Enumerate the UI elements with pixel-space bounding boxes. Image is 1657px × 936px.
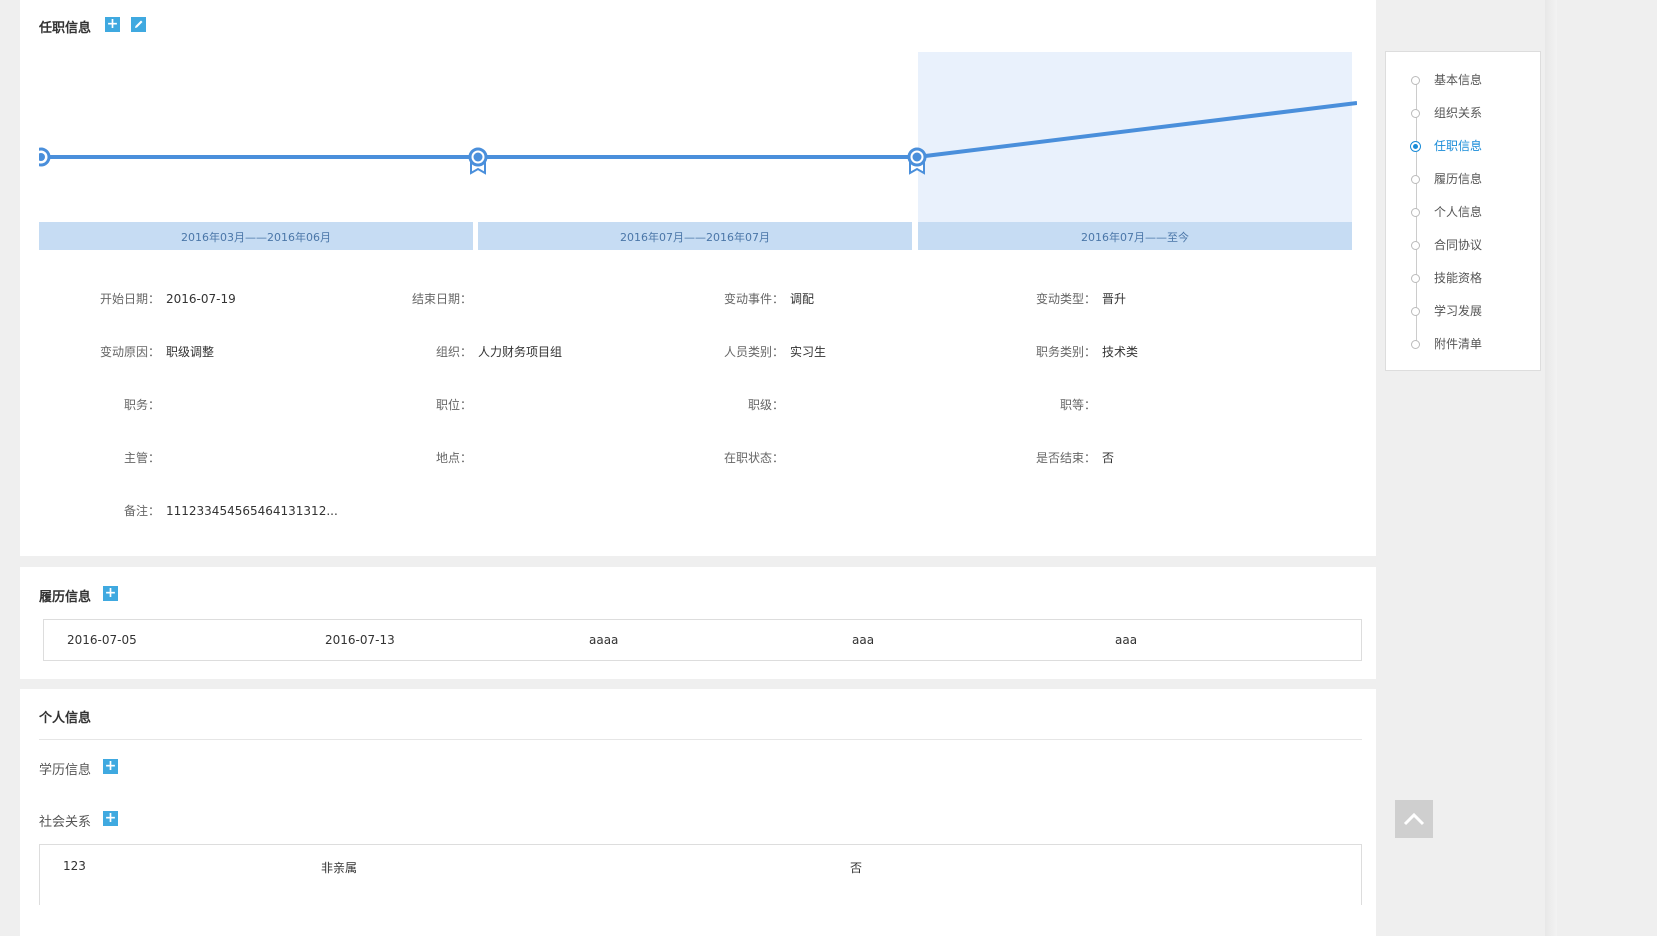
timeline-line-chart — [39, 101, 1357, 175]
job-info-panel: 任职信息 + 2016年03月——2016年06月 2016年07月——2016… — [20, 0, 1376, 556]
field-value: 职级调整 — [166, 345, 215, 359]
field-label: 变动事件： — [723, 292, 784, 306]
sidenav-item-contract[interactable]: 合同协议 — [1434, 236, 1482, 253]
field-value: 人力财务项目组 — [478, 345, 563, 359]
nav-dot — [1411, 340, 1420, 349]
timeline-segment-2[interactable]: 2016年07月——2016年07月 — [478, 222, 912, 250]
field-label: 在职状态： — [723, 451, 784, 465]
nav-dot — [1411, 307, 1420, 316]
field-value: 2016-07-19 — [166, 292, 236, 306]
field-label: 职务： — [123, 398, 160, 412]
resume-row[interactable]: 2016-07-05 2016-07-13 aaaa aaa aaa — [43, 619, 1362, 661]
social-row[interactable]: 123 非亲属 否 — [39, 844, 1362, 905]
field-value: 否 — [1102, 451, 1115, 465]
resume-cell: aaa — [852, 633, 875, 647]
field-label: 变动类型： — [1035, 292, 1096, 306]
add-education-button[interactable]: + — [103, 759, 118, 774]
field-duty-type: 职务类别： 技术类 — [986, 343, 1138, 360]
social-cell: 123 — [63, 859, 86, 873]
page-scrollbar-track[interactable] — [1545, 0, 1557, 936]
back-to-top-button[interactable] — [1395, 800, 1433, 838]
add-job-button[interactable]: + — [105, 17, 120, 32]
field-ended: 是否结束： 否 — [986, 449, 1114, 466]
resume-end-date: 2016-07-13 — [325, 633, 395, 647]
sidenav-item-org[interactable]: 组织关系 — [1434, 104, 1482, 121]
add-social-button[interactable]: + — [103, 811, 118, 826]
field-org: 组织： 人力财务项目组 — [362, 343, 562, 360]
timeline-node-3[interactable] — [907, 147, 927, 175]
nav-dot-active — [1410, 141, 1421, 152]
nav-dot — [1411, 175, 1420, 184]
field-label: 主管： — [123, 451, 160, 465]
job-info-title: 任职信息 — [39, 21, 92, 36]
resume-title: 履历信息 — [39, 590, 92, 605]
resume-panel: 履历信息 + 2016-07-05 2016-07-13 aaaa aaa aa… — [20, 567, 1376, 679]
field-label: 地点： — [435, 451, 472, 465]
field-label: 职级： — [747, 398, 784, 412]
field-label: 组织： — [435, 345, 472, 359]
social-cell: 否 — [850, 861, 863, 875]
field-label: 结束日期： — [411, 292, 472, 306]
social-label: 社会关系 — [39, 815, 92, 830]
field-location: 地点： — [362, 449, 478, 466]
field-change-event: 变动事件： 调配 — [674, 290, 814, 307]
field-duty: 职务： — [50, 396, 166, 413]
field-supervisor: 主管： — [50, 449, 166, 466]
field-staff-type: 人员类别： 实习生 — [674, 343, 826, 360]
social-cell: 非亲属 — [321, 861, 358, 875]
divider — [39, 739, 1362, 740]
nav-dot — [1411, 109, 1420, 118]
sidenav-item-resume[interactable]: 履历信息 — [1434, 170, 1482, 187]
side-nav: 基本信息 组织关系 任职信息 履历信息 个人信息 合同协议 技能资格 学习发展 … — [1385, 51, 1541, 371]
nav-dot — [1411, 76, 1420, 85]
field-label: 开始日期： — [99, 292, 160, 306]
timeline-node-2[interactable] — [468, 147, 488, 175]
resume-cell: aaa — [1115, 633, 1138, 647]
field-label: 职等： — [1059, 398, 1096, 412]
field-change-reason: 变动原因： 职级调整 — [50, 343, 214, 360]
timeline-node-1[interactable] — [39, 147, 51, 167]
field-start-date: 开始日期： 2016-07-19 — [50, 290, 236, 307]
job-timeline: 2016年03月——2016年06月 2016年07月——2016年07月 20… — [39, 52, 1357, 252]
field-grade: 职等： — [986, 396, 1102, 413]
field-value: 111233454565464131312... — [166, 504, 338, 518]
sidenav-item-job[interactable]: 任职信息 — [1434, 137, 1482, 154]
timeline-segment-1[interactable]: 2016年03月——2016年06月 — [39, 222, 473, 250]
nav-dot — [1411, 274, 1420, 283]
sidenav-item-attachments[interactable]: 附件清单 — [1434, 335, 1482, 352]
field-remark: 备注： 111233454565464131312... — [50, 502, 338, 519]
sidenav-item-skills[interactable]: 技能资格 — [1434, 269, 1482, 286]
field-label: 职位： — [435, 398, 472, 412]
pencil-icon — [135, 20, 143, 28]
field-value: 实习生 — [790, 345, 827, 359]
field-label: 人员类别： — [723, 345, 784, 359]
sidenav-item-personal[interactable]: 个人信息 — [1434, 203, 1482, 220]
nav-dot — [1411, 241, 1420, 250]
field-label: 备注： — [123, 504, 160, 518]
field-rank: 职级： — [674, 396, 790, 413]
field-value: 晋升 — [1102, 292, 1127, 306]
resume-start-date: 2016-07-05 — [67, 633, 137, 647]
field-status: 在职状态： — [674, 449, 790, 466]
field-value: 调配 — [790, 292, 815, 306]
sidenav-item-basic[interactable]: 基本信息 — [1434, 71, 1482, 88]
personal-title: 个人信息 — [39, 711, 92, 726]
nav-dot — [1411, 208, 1420, 217]
personal-panel: 个人信息 学历信息 + 社会关系 + 123 非亲属 否 — [20, 689, 1376, 936]
main-content: 任职信息 + 2016年03月——2016年06月 2016年07月——2016… — [20, 0, 1376, 936]
education-label: 学历信息 — [39, 763, 92, 778]
chevron-up-icon — [1403, 812, 1425, 826]
field-position: 职位： — [362, 396, 478, 413]
add-resume-button[interactable]: + — [103, 586, 118, 601]
field-end-date: 结束日期： — [362, 290, 478, 307]
field-label: 职务类别： — [1035, 345, 1096, 359]
resume-cell: aaaa — [589, 633, 619, 647]
field-label: 是否结束： — [1035, 451, 1096, 465]
sidenav-item-learning[interactable]: 学习发展 — [1434, 302, 1482, 319]
field-change-type: 变动类型： 晋升 — [986, 290, 1126, 307]
field-label: 变动原因： — [99, 345, 160, 359]
timeline-segment-3[interactable]: 2016年07月——至今 — [918, 222, 1352, 250]
field-value: 技术类 — [1102, 345, 1139, 359]
edit-job-button[interactable] — [131, 17, 146, 32]
